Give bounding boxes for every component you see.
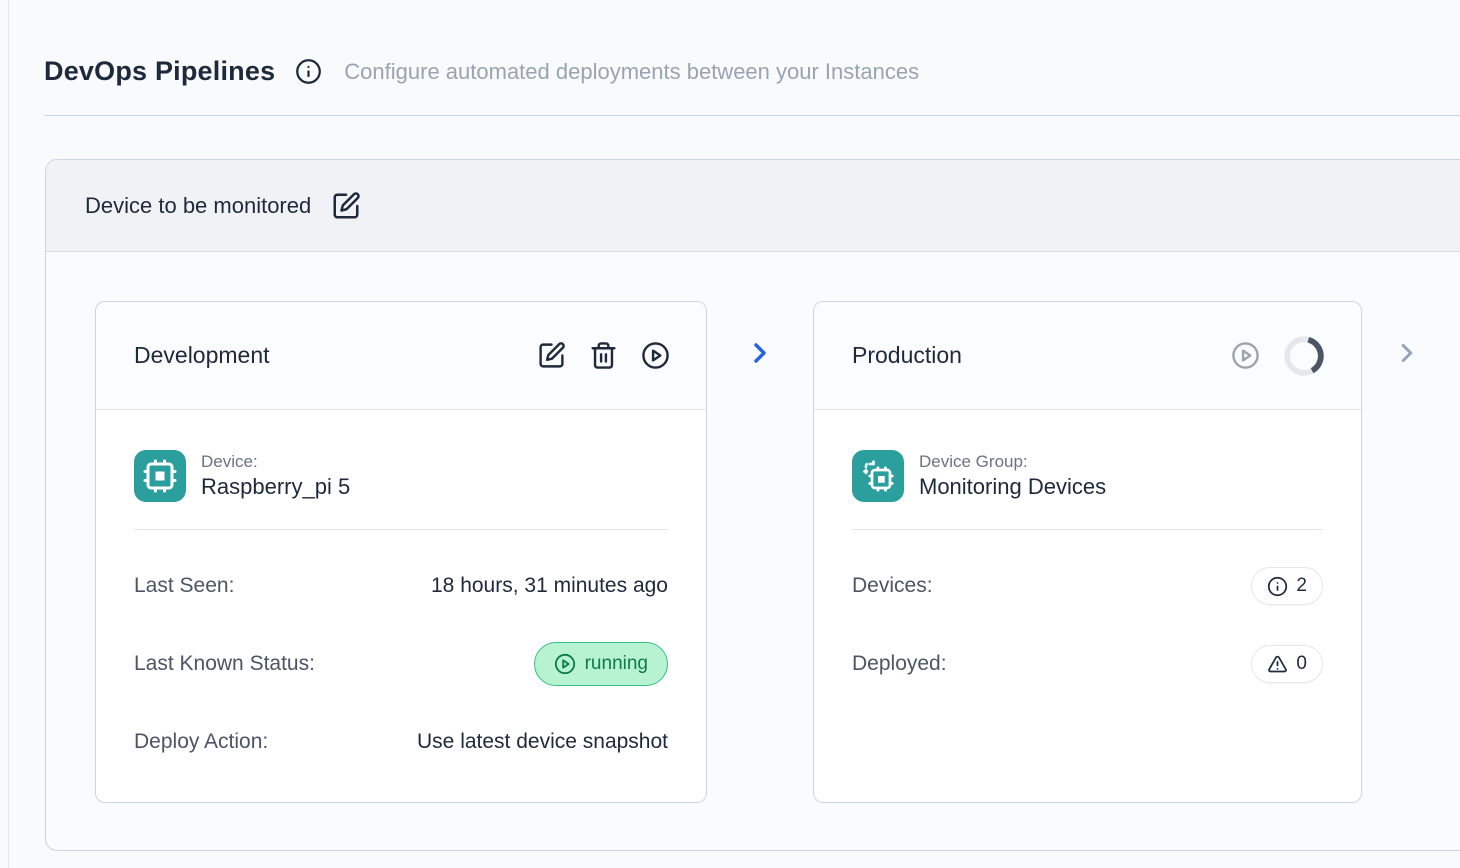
deployed-count: 0 [1296, 653, 1307, 675]
devices-count: 2 [1296, 575, 1307, 597]
development-actions [537, 341, 670, 370]
device-group-meta: Device Group: Monitoring Devices [919, 452, 1106, 500]
stage-title-development: Development [134, 342, 270, 369]
run-stage-icon[interactable] [641, 341, 670, 370]
stage-card-development: Development [95, 301, 707, 803]
last-seen-row: Last Seen: 18 hours, 31 minutes ago [134, 564, 668, 608]
cpu-chip-icon [134, 450, 186, 502]
devices-label: Devices: [852, 574, 933, 598]
card-divider [134, 529, 668, 530]
deployed-row: Deployed: 0 [852, 642, 1323, 686]
stage-title-production: Production [852, 342, 962, 369]
pipeline-stages-row: Development [46, 252, 1460, 850]
production-card-body: Device Group: Monitoring Devices Devices… [814, 410, 1361, 802]
chevron-right-icon [1392, 338, 1422, 368]
development-card-body: Device: Raspberry_pi 5 Last Seen: 18 hou… [96, 410, 706, 802]
deployed-label: Deployed: [852, 652, 947, 676]
edit-stage-icon[interactable] [537, 341, 566, 370]
device-group-row: Device Group: Monitoring Devices [852, 450, 1323, 502]
page-title: DevOps Pipelines [44, 56, 275, 87]
status-badge-label: running [585, 653, 648, 675]
delete-stage-icon[interactable] [589, 341, 618, 370]
status-badge: running [534, 642, 668, 686]
loading-spinner [1283, 335, 1325, 377]
cpu-chip-group-icon [852, 450, 904, 502]
deploy-action-row: Deploy Action: Use latest device snapsho… [134, 720, 668, 764]
device-label: Device: [201, 452, 350, 472]
last-known-status-label: Last Known Status: [134, 652, 315, 676]
stage-connector [707, 301, 813, 369]
device-group-name: Monitoring Devices [919, 474, 1106, 500]
device-row: Device: Raspberry_pi 5 [134, 450, 668, 502]
last-known-status-row: Last Known Status: running [134, 642, 668, 686]
development-card-header: Development [96, 302, 706, 410]
chevron-right-icon [744, 337, 776, 369]
deploy-action-value: Use latest device snapshot [417, 730, 668, 754]
stage-card-production: Production [813, 301, 1362, 803]
run-stage-icon-disabled [1231, 341, 1260, 370]
production-card-header: Production [814, 302, 1361, 410]
last-seen-label: Last Seen: [134, 574, 234, 598]
pipeline-section-header: Device to be monitored [46, 160, 1460, 252]
deployed-count-badge[interactable]: 0 [1251, 645, 1323, 683]
info-circle-icon[interactable] [295, 58, 322, 85]
pipeline-section: Device to be monitored Development [45, 159, 1460, 851]
device-group-label: Device Group: [919, 452, 1106, 472]
sidebar-edge-divider [8, 0, 9, 868]
page-subtitle: Configure automated deployments between … [344, 59, 919, 85]
warning-triangle-icon [1267, 654, 1288, 675]
pipeline-name: Device to be monitored [85, 193, 311, 219]
device-meta: Device: Raspberry_pi 5 [201, 452, 350, 500]
last-seen-value: 18 hours, 31 minutes ago [431, 574, 668, 598]
info-circle-icon [1267, 576, 1288, 597]
production-actions [1231, 335, 1325, 377]
devops-pipelines-page: DevOps Pipelines Configure automated dep… [0, 0, 1460, 851]
edit-pipeline-name-icon[interactable] [331, 191, 361, 221]
devices-count-badge[interactable]: 2 [1251, 567, 1323, 605]
devices-row: Devices: 2 [852, 564, 1323, 608]
header-divider [44, 115, 1460, 116]
device-name: Raspberry_pi 5 [201, 474, 350, 500]
page-header: DevOps Pipelines Configure automated dep… [44, 56, 1460, 87]
next-stage-chevron[interactable] [1392, 301, 1422, 368]
card-divider [852, 529, 1323, 530]
deploy-action-label: Deploy Action: [134, 730, 268, 754]
play-circle-icon [554, 653, 576, 675]
